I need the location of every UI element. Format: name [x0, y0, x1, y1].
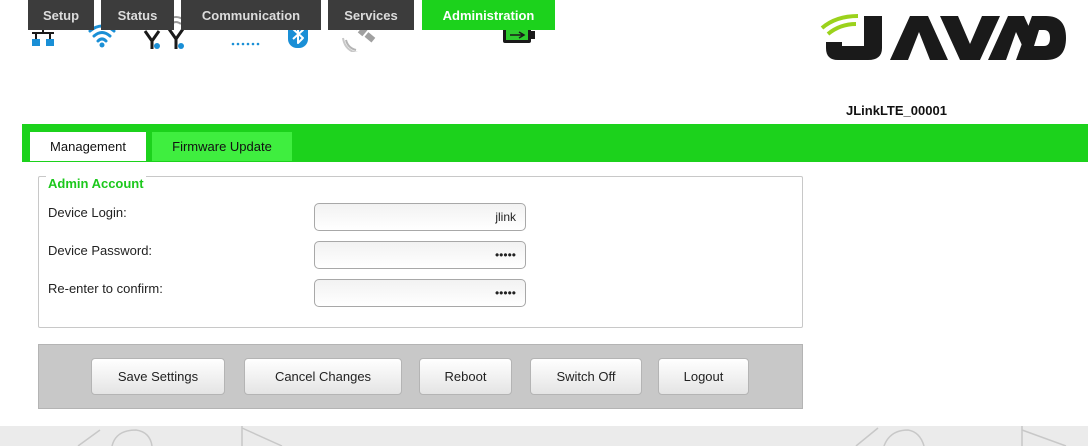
subtab-firmware-update[interactable]: Firmware Update — [152, 132, 292, 161]
device-password-label: Device Password: — [48, 243, 153, 258]
subtab-management[interactable]: Management — [30, 132, 146, 161]
switch-off-button[interactable]: Switch Off — [530, 358, 642, 395]
javad-logo — [820, 14, 1066, 67]
device-login-label: Device Login: — [48, 205, 127, 220]
cancel-changes-button[interactable]: Cancel Changes — [244, 358, 402, 395]
tab-administration[interactable]: Administration — [422, 0, 555, 30]
tab-setup[interactable]: Setup — [28, 0, 94, 30]
device-password-input[interactable] — [314, 241, 526, 269]
confirm-password-input[interactable] — [314, 279, 526, 307]
admin-account-legend: Admin Account — [46, 176, 146, 191]
device-name: JLinkLTE_00001 — [846, 103, 947, 118]
page: Setup Status Communication Services Admi… — [0, 0, 1088, 446]
logout-button[interactable]: Logout — [658, 358, 749, 395]
confirm-password-label: Re-enter to confirm: — [48, 281, 163, 296]
footer-decoration — [0, 426, 1088, 446]
tab-status[interactable]: Status — [101, 0, 174, 30]
reboot-button[interactable]: Reboot — [419, 358, 512, 395]
save-settings-button[interactable]: Save Settings — [91, 358, 225, 395]
device-login-input[interactable] — [314, 203, 526, 231]
tab-communication[interactable]: Communication — [181, 0, 321, 30]
dots-icon — [231, 34, 263, 52]
tab-services[interactable]: Services — [328, 0, 414, 30]
